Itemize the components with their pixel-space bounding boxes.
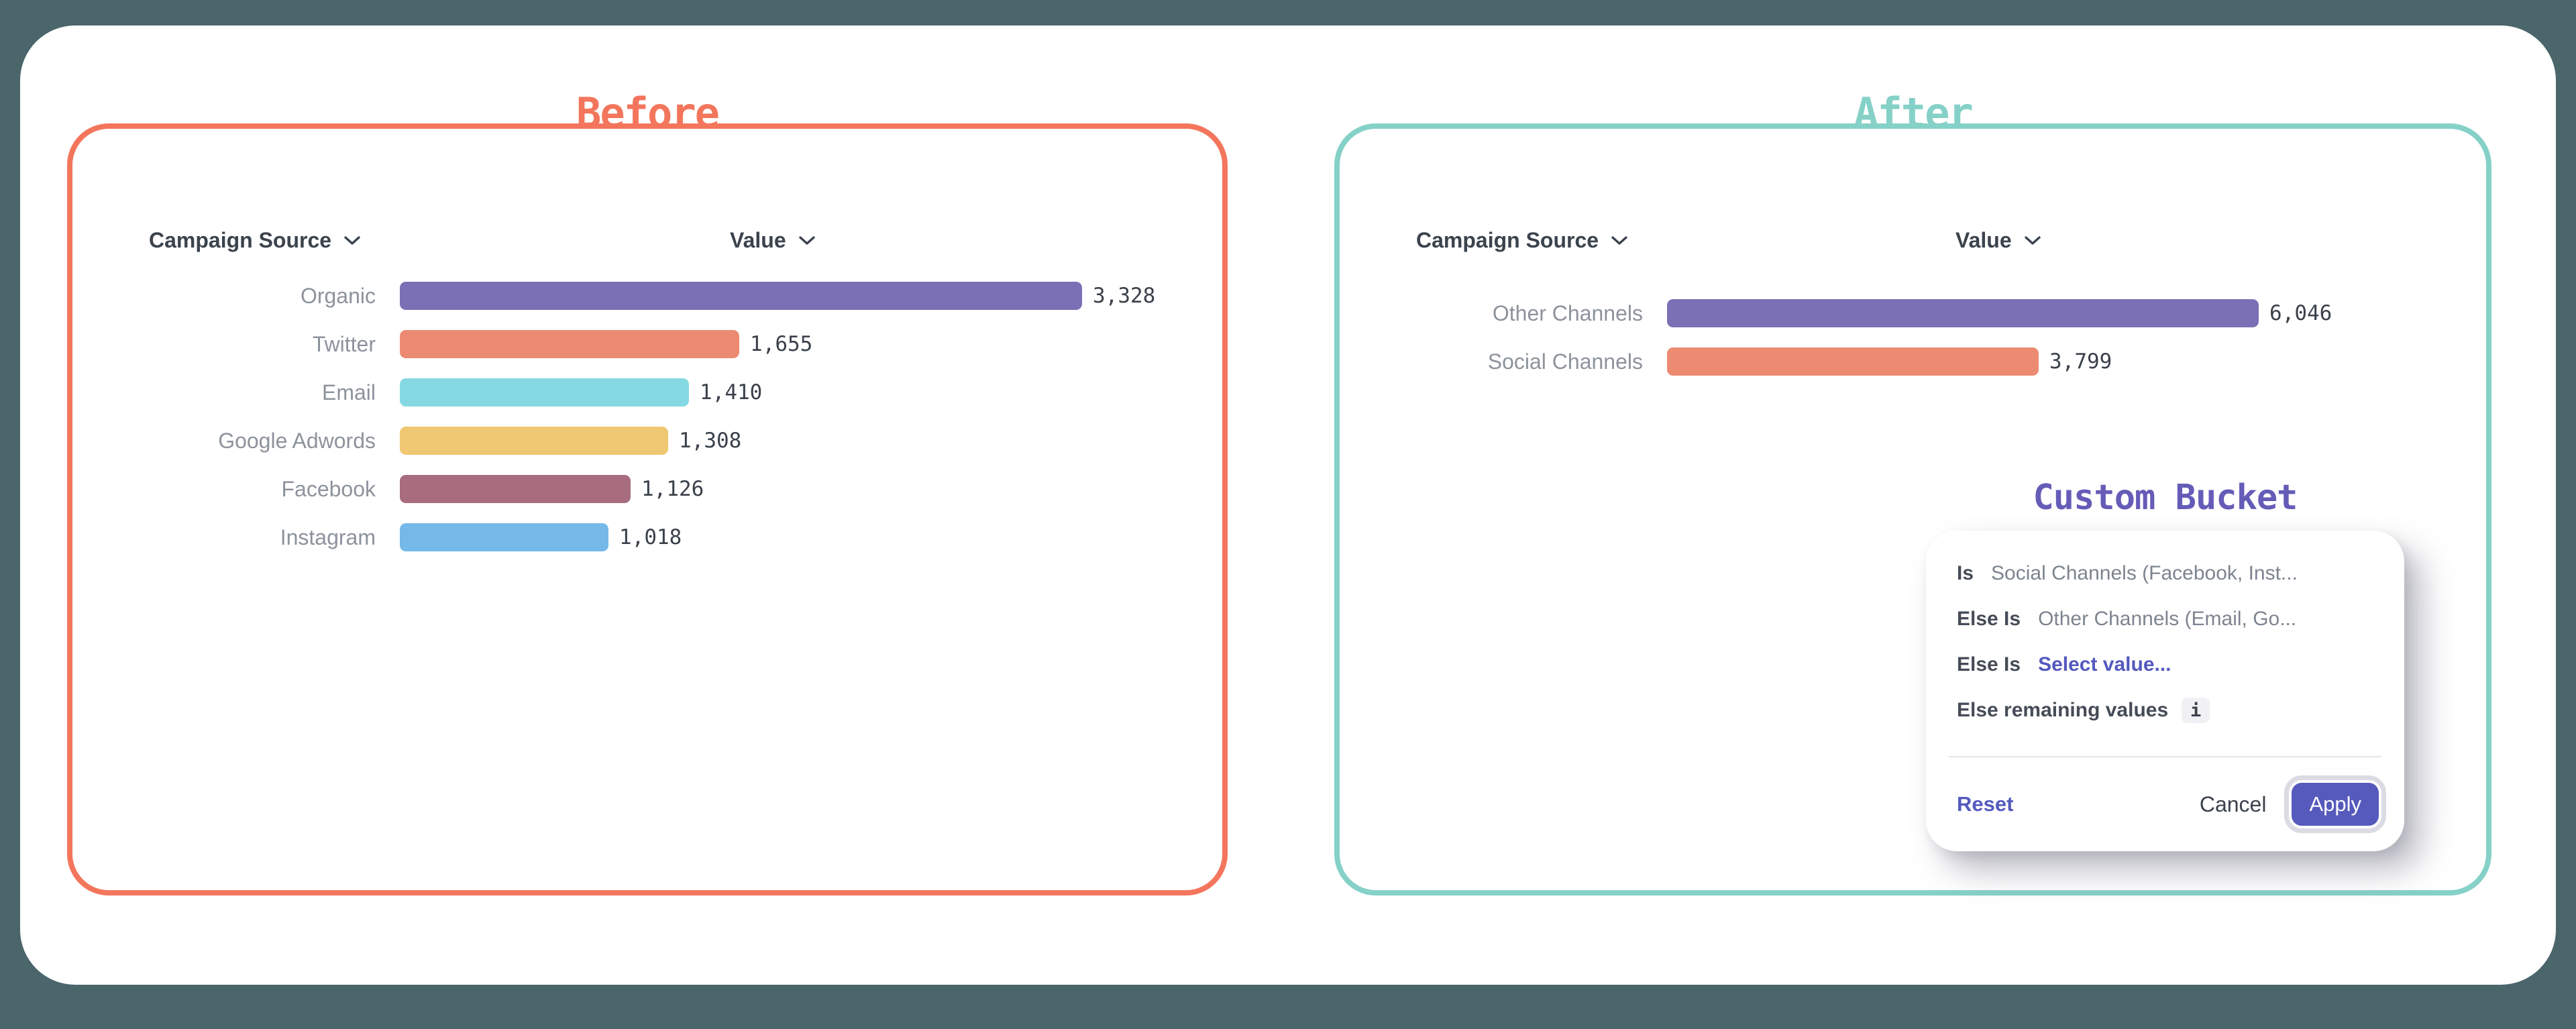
- bar-value: 1,018: [619, 525, 682, 549]
- content-card: Before After Campaign Source Value: [20, 25, 2556, 985]
- bucket-value-select[interactable]: Other Channels (Email, Go...: [2038, 608, 2296, 631]
- bar-value: 3,328: [1093, 284, 1155, 308]
- cancel-button[interactable]: Cancel: [2200, 792, 2267, 817]
- row-label: Other Channels: [1340, 301, 1667, 326]
- row-label: Instagram: [72, 525, 400, 550]
- chart-row: Instagram 1,018: [72, 523, 1222, 551]
- row-label: Social Channels: [1340, 349, 1667, 374]
- custom-bucket-dialog: Is Social Channels (Facebook, Inst... El…: [1926, 531, 2404, 851]
- info-icon[interactable]: i: [2182, 698, 2210, 723]
- chart-row: Other Channels 6,046: [1340, 299, 2486, 327]
- bar[interactable]: [400, 427, 668, 455]
- bucket-rules: Is Social Channels (Facebook, Inst... El…: [1926, 531, 2404, 744]
- bar-value: 1,308: [679, 429, 741, 453]
- bucket-value-select[interactable]: Social Channels (Facebook, Inst...: [1991, 562, 2298, 585]
- chart-row: Twitter 1,655: [72, 330, 1222, 358]
- chevron-down-icon: [2024, 235, 2041, 246]
- bar-value: 1,655: [750, 332, 812, 356]
- bar[interactable]: [400, 378, 689, 407]
- value-header-label: Value: [730, 228, 786, 253]
- page: Before After Campaign Source Value: [0, 0, 2576, 1029]
- chart-rows: Other Channels 6,046 Social Channels 3,7…: [1340, 299, 2486, 376]
- bar[interactable]: [400, 475, 631, 503]
- bar[interactable]: [1667, 347, 2039, 376]
- campaign-source-header[interactable]: Campaign Source: [1416, 228, 1628, 253]
- row-label: Google Adwords: [72, 429, 400, 453]
- value-header[interactable]: Value: [1955, 228, 2041, 253]
- reset-button[interactable]: Reset: [1957, 792, 2013, 816]
- bar-value: 1,410: [700, 380, 762, 404]
- chart-row: Social Channels 3,799: [1340, 347, 2486, 376]
- bucket-rule-row: Else Is Select value...: [1957, 653, 2377, 677]
- value-header-label: Value: [1955, 228, 2012, 253]
- dialog-footer: Reset Cancel Apply: [1957, 757, 2379, 851]
- chart-row: Organic 3,328: [72, 282, 1222, 310]
- bucket-condition-label: Is: [1957, 562, 1974, 585]
- chart-rows: Organic 3,328 Twitter 1,655 Email 1,410: [72, 282, 1222, 551]
- row-label: Email: [72, 380, 400, 405]
- chevron-down-icon: [343, 235, 361, 246]
- campaign-source-header[interactable]: Campaign Source: [149, 228, 361, 253]
- before-panel: Campaign Source Value Organic 3,328: [67, 123, 1228, 896]
- row-label: Twitter: [72, 332, 400, 357]
- select-value-link[interactable]: Select value...: [2038, 653, 2171, 676]
- custom-bucket-title: Custom Bucket: [1926, 478, 2404, 518]
- chart-row: Google Adwords 1,308: [72, 427, 1222, 455]
- bucket-remaining-label: Else remaining values: [1957, 699, 2168, 722]
- chart-row: Facebook 1,126: [72, 475, 1222, 503]
- table-header: Campaign Source Value: [1340, 228, 2486, 258]
- value-header[interactable]: Value: [730, 228, 816, 253]
- bar[interactable]: [400, 282, 1082, 310]
- bar[interactable]: [1667, 299, 2259, 327]
- bucket-rule-row: Else remaining values i: [1957, 698, 2377, 722]
- after-panel: Campaign Source Value Other Channels 6,: [1334, 123, 2491, 896]
- chevron-down-icon: [1611, 235, 1628, 246]
- bar[interactable]: [400, 330, 739, 358]
- campaign-source-header-label: Campaign Source: [149, 228, 331, 253]
- apply-button[interactable]: Apply: [2292, 783, 2379, 826]
- chart-row: Email 1,410: [72, 378, 1222, 407]
- bar-value: 6,046: [2269, 301, 2332, 325]
- bar-value: 1,126: [641, 477, 704, 501]
- bucket-rule-row: Else Is Other Channels (Email, Go...: [1957, 607, 2377, 631]
- bucket-condition-label: Else Is: [1957, 608, 2021, 631]
- bucket-rule-row: Is Social Channels (Facebook, Inst...: [1957, 561, 2377, 586]
- row-label: Organic: [72, 284, 400, 309]
- campaign-source-header-label: Campaign Source: [1416, 228, 1599, 253]
- chevron-down-icon: [798, 235, 816, 246]
- bar-value: 3,799: [2049, 349, 2112, 374]
- bucket-condition-label: Else Is: [1957, 653, 2021, 676]
- table-header: Campaign Source Value: [72, 228, 1222, 258]
- bar[interactable]: [400, 523, 608, 551]
- row-label: Facebook: [72, 477, 400, 502]
